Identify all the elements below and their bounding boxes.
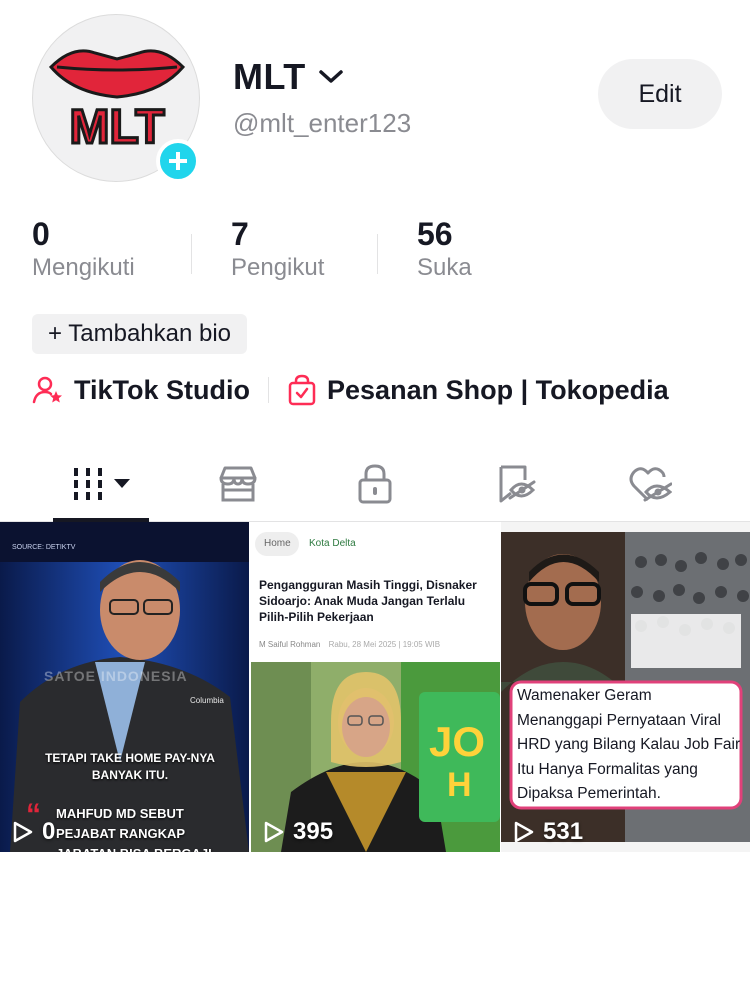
user-star-icon xyxy=(32,376,62,404)
caret-down-icon xyxy=(114,479,130,488)
video-grid: SOURCE: DETIKTV SATOE INDONESIA Columbia… xyxy=(0,522,750,852)
shop-icon xyxy=(219,466,257,502)
profile-tabs xyxy=(0,446,750,522)
view-count-value: 395 xyxy=(293,818,334,845)
view-count-value: 531 xyxy=(543,818,584,845)
link-divider xyxy=(268,377,270,403)
stat-divider xyxy=(191,234,192,274)
stat-divider xyxy=(377,234,378,274)
view-count: 531 xyxy=(513,818,583,846)
play-icon xyxy=(13,821,33,843)
link-label: TikTok Studio xyxy=(74,374,251,405)
stat-label: Mengikuti xyxy=(32,254,135,281)
stat-label: Pengikut xyxy=(231,254,325,281)
tab-liked[interactable] xyxy=(610,446,690,522)
video-thumbnail[interactable]: Home Kota Delta Pengangguran Masih Tingg… xyxy=(251,522,500,852)
article-byline: M Saiful Rohman Rabu, 28 Mei 2025 | 19:0… xyxy=(259,640,440,649)
add-bio-button[interactable]: + Tambahkan bio xyxy=(32,314,248,354)
tab-videos[interactable] xyxy=(53,446,149,522)
lock-icon xyxy=(358,464,392,504)
article-headline: Pengangguran Masih Tinggi, Disnaker Sido… xyxy=(259,578,477,624)
stat-value: 56 xyxy=(417,216,453,252)
jacket-logo: Columbia xyxy=(190,696,224,705)
stat-likes[interactable]: 56 Suka xyxy=(417,216,472,282)
view-count: 395 xyxy=(263,818,333,846)
tab-private[interactable] xyxy=(335,446,415,522)
tab-shop[interactable] xyxy=(198,446,278,522)
source-tag: SOURCE: DETIKTV xyxy=(12,544,76,551)
breadcrumb-section: Kota Delta xyxy=(309,538,356,549)
watermark: SATOE INDONESIA xyxy=(44,668,188,684)
stat-value: 7 xyxy=(231,216,249,252)
username: @mlt_enter123 xyxy=(233,108,412,138)
edit-profile-button[interactable]: Edit xyxy=(598,59,722,129)
play-icon xyxy=(264,821,284,843)
account-switcher[interactable]: MLT xyxy=(233,56,344,98)
play-icon xyxy=(514,821,534,843)
stat-label: Suka xyxy=(417,254,472,281)
shopping-bag-icon xyxy=(288,374,316,406)
chevron-down-icon[interactable] xyxy=(318,68,344,86)
add-avatar-button[interactable] xyxy=(156,139,200,183)
article-date: Rabu, 28 Mei 2025 | 19:05 WIB xyxy=(328,640,441,649)
plus-icon xyxy=(169,152,187,170)
banner-subtext: H xyxy=(447,766,472,804)
view-count-value: 0 xyxy=(42,818,56,845)
video-caption-top: TETAPI TAKE HOME PAY-NYA BANYAK ITU. xyxy=(45,751,215,782)
display-name: MLT xyxy=(233,56,306,97)
stat-followers[interactable]: 7 Pengikut xyxy=(231,216,324,282)
grid-bars-icon xyxy=(74,468,130,500)
avatar-container[interactable]: MLT xyxy=(32,14,202,184)
link-label: Pesanan Shop | Tokopedia xyxy=(327,374,669,405)
breadcrumb-home: Home xyxy=(264,538,291,549)
video-caption-bottom: MAHFUD MD SEBUT PEJABAT RANGKAP JABATAN … xyxy=(56,806,212,852)
stat-value: 0 xyxy=(32,216,50,252)
bookmark-hidden-icon xyxy=(499,465,536,503)
stat-following[interactable]: 0 Mengikuti xyxy=(32,216,135,282)
profile-links: TikTok Studio Pesanan Shop | Tokopedia xyxy=(32,368,669,412)
video-caption: Wamenaker Geram Menanggapi Pernyataan Vi… xyxy=(517,687,741,802)
heart-hidden-icon xyxy=(629,467,672,502)
video-thumbnail[interactable]: Wamenaker Geram Menanggapi Pernyataan Vi… xyxy=(501,522,750,852)
svg-text:MLT: MLT xyxy=(69,101,164,154)
video-thumbnail[interactable]: SOURCE: DETIKTV SATOE INDONESIA Columbia… xyxy=(0,522,249,852)
tiktok-studio-link[interactable]: TikTok Studio xyxy=(32,374,250,406)
view-count: 0 xyxy=(12,818,55,846)
banner-text: JO xyxy=(429,718,486,765)
shop-orders-link[interactable]: Pesanan Shop | Tokopedia xyxy=(287,374,669,406)
article-author: M Saiful Rohman xyxy=(259,640,321,649)
tab-favorites[interactable] xyxy=(476,446,556,522)
